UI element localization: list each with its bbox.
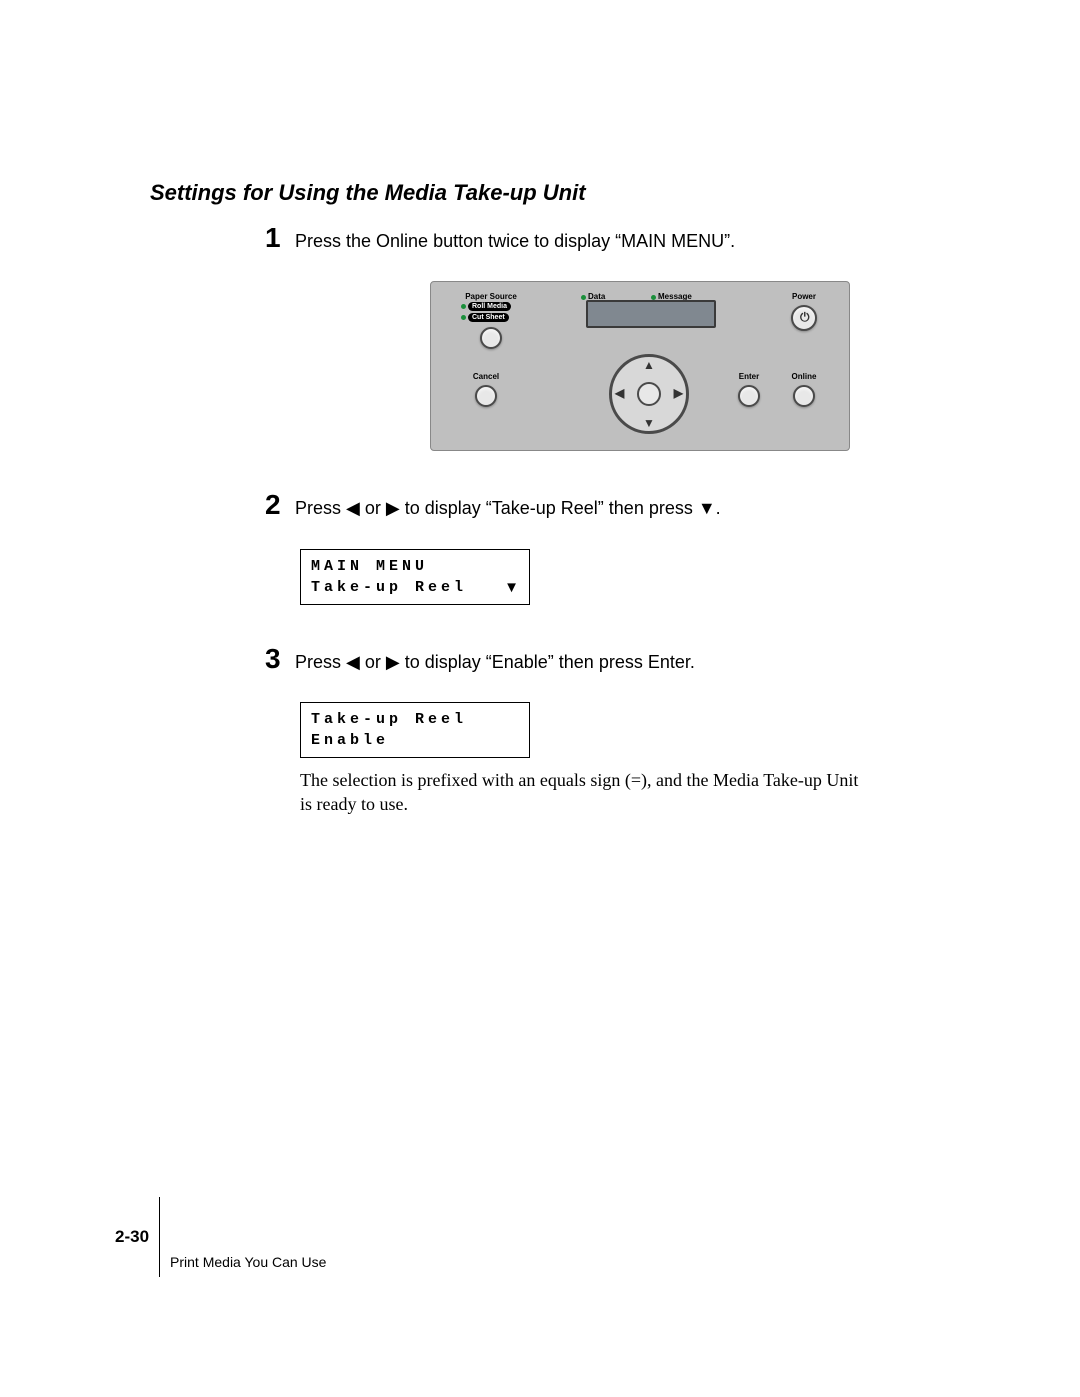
arrow-down-icon: ▼ [643,416,655,430]
page: Settings for Using the Media Take-up Uni… [0,0,1080,1397]
page-footer: 2-30 Print Media You Can Use [115,1197,326,1277]
power-label: Power [779,292,829,301]
online-group: Online [779,372,829,407]
lcd-screen [586,300,716,328]
roll-media-pill: Roll Media [468,302,511,311]
lcd-box: Take-up Reel Enable [300,702,530,758]
closing-paragraph: The selection is prefixed with an equals… [300,768,860,817]
enter-button [738,385,760,407]
down-indicator-icon: ▼ [504,577,519,598]
led-icon [461,304,466,309]
step-1: 1 Press the Online button twice to displ… [265,224,930,253]
lcd-display-2: Take-up Reel Enable The selection is pre… [300,702,930,817]
cancel-label: Cancel [461,372,511,381]
lcd-line2: Enable [311,730,519,751]
step-number: 2 [265,491,295,519]
paper-source-label: Paper Source [451,292,531,301]
online-button [793,385,815,407]
cancel-button [475,385,497,407]
section-title: Settings for Using the Media Take-up Uni… [150,180,930,206]
lcd-line2: Take-up Reel [311,577,519,598]
step-2: 2 Press ◀ or ▶ to display “Take-up Reel”… [265,491,930,520]
power-icon: ⏻ [800,310,810,325]
power-group: Power ⏻ [779,292,829,331]
enter-group: Enter [724,372,774,407]
page-number: 2-30 [115,1197,160,1277]
arrow-right-icon: ▶ [674,386,683,400]
step-number: 3 [265,645,295,673]
step-text: Press the Online button twice to display… [295,224,735,253]
lcd-display-1: MAIN MENU Take-up Reel ▼ [300,549,930,605]
online-label: Online [779,372,829,381]
content-area: Settings for Using the Media Take-up Uni… [150,180,930,847]
step-text: Press ◀ or ▶ to display “Take-up Reel” t… [295,491,721,520]
led-icon [651,295,656,300]
paper-source-button [480,327,502,349]
arrow-up-icon: ▲ [643,358,655,372]
enter-label: Enter [724,372,774,381]
step-3: 3 Press ◀ or ▶ to display “Enable” then … [265,645,930,674]
control-panel-illustration: Paper Source Roll Media Cut Sheet Data M… [430,281,930,451]
step-number: 1 [265,224,295,252]
cut-sheet-pill: Cut Sheet [468,313,509,322]
led-icon [581,295,586,300]
dpad: ▲ ▼ ◀ ▶ [599,344,699,444]
led-icon [461,315,466,320]
chapter-title: Print Media You Can Use [160,1197,326,1277]
power-button: ⏻ [791,305,817,331]
lcd-line1: Take-up Reel [311,709,519,730]
lcd-line1: MAIN MENU [311,556,519,577]
printer-control-panel: Paper Source Roll Media Cut Sheet Data M… [430,281,850,451]
paper-source-group: Paper Source Roll Media Cut Sheet [451,292,531,349]
cancel-group: Cancel [461,372,511,407]
arrow-left-icon: ◀ [615,386,624,400]
step-text: Press ◀ or ▶ to display “Enable” then pr… [295,645,695,674]
lcd-box: MAIN MENU Take-up Reel ▼ [300,549,530,605]
